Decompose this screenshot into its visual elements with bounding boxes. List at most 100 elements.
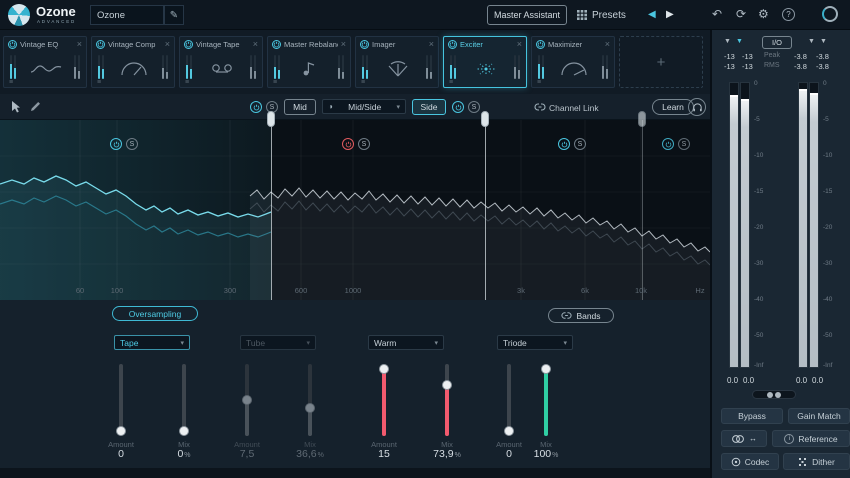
crossover-divider-3[interactable] xyxy=(642,120,643,300)
preset-forward-icon[interactable]: ▶ xyxy=(666,9,674,20)
crossover-handle-2[interactable] xyxy=(481,111,489,127)
module-menu-icon[interactable]: ≡ xyxy=(97,79,101,86)
dither-button[interactable]: Dither xyxy=(783,453,850,470)
stereo-circles-icon xyxy=(731,434,745,444)
master-assistant-button[interactable]: Master Assistant xyxy=(487,5,567,25)
help-icon[interactable]: ? xyxy=(782,8,795,21)
module-card-vintage-eq[interactable]: Vintage EQ× ≡ xyxy=(3,36,87,88)
module-power-icon[interactable] xyxy=(272,40,281,49)
gain-match-button[interactable]: Gain Match xyxy=(788,408,850,424)
band2-solo-button[interactable]: S xyxy=(358,138,370,150)
add-module-slot[interactable]: + xyxy=(619,36,703,88)
pen-tool-icon[interactable] xyxy=(29,100,42,113)
band1-mode-dropdown[interactable]: Tape ▾ xyxy=(114,335,190,350)
module-label: Exciter xyxy=(460,40,514,49)
meter-option-icon[interactable]: ▼ xyxy=(820,38,827,45)
module-menu-icon[interactable]: ≡ xyxy=(449,79,453,86)
bands-label: Bands xyxy=(576,311,600,321)
band2-mix-handle[interactable] xyxy=(305,403,315,413)
band4-mix-handle[interactable] xyxy=(541,364,551,374)
band3-amount-handle[interactable] xyxy=(379,364,389,374)
preset-name-field[interactable]: Ozone xyxy=(90,5,164,25)
module-power-icon[interactable] xyxy=(184,40,193,49)
module-close-icon[interactable]: × xyxy=(517,40,522,49)
band1-solo-button[interactable]: S xyxy=(126,138,138,150)
module-card-vintage-tape[interactable]: Vintage Tape× ≡ xyxy=(179,36,263,88)
oversampling-button[interactable]: Oversampling xyxy=(112,306,198,321)
band1-mix-handle[interactable] xyxy=(179,426,189,436)
band4-solo-button[interactable]: S xyxy=(678,138,690,150)
crossover-handle-3[interactable] xyxy=(638,111,646,127)
bypass-button[interactable]: Bypass xyxy=(721,408,783,424)
exciter-icon xyxy=(470,59,502,79)
side-solo-button[interactable]: S xyxy=(468,101,480,113)
crossover-handle-1[interactable] xyxy=(267,111,275,127)
module-power-icon[interactable] xyxy=(536,40,545,49)
presets-button[interactable]: Presets xyxy=(577,5,626,25)
band2-amount-handle[interactable] xyxy=(242,395,252,405)
module-card-vintage-comp[interactable]: Vintage Comp× ≡ xyxy=(91,36,175,88)
meter-option-icon[interactable]: ▼ xyxy=(724,38,731,45)
gain-slider-handle[interactable] xyxy=(767,392,773,398)
crossover-divider-2[interactable] xyxy=(485,120,486,300)
spectrum-display[interactable]: S S S S 60 100 300 600 1000 3k 6k 10k Hz xyxy=(0,120,710,300)
module-card-imager[interactable]: Imager× ≡ xyxy=(355,36,439,88)
module-control-bar: S Mid ◑ Mid/Side ▾ Side S Channel Link L… xyxy=(0,94,710,120)
meter-option-icon[interactable]: ▼ xyxy=(736,38,743,45)
module-menu-icon[interactable]: ≡ xyxy=(537,79,541,86)
module-close-icon[interactable]: × xyxy=(605,40,610,49)
band1-power-icon[interactable] xyxy=(110,138,122,150)
meter-option-icon[interactable]: ▼ xyxy=(808,38,815,45)
band3-solo-button[interactable]: S xyxy=(574,138,586,150)
band4-mode-dropdown[interactable]: Triode ▾ xyxy=(497,335,573,350)
module-label: Imager xyxy=(372,40,426,49)
module-menu-icon[interactable]: ≡ xyxy=(9,79,13,86)
codec-button[interactable]: Codec xyxy=(721,453,779,470)
mid-button[interactable]: Mid xyxy=(284,99,316,115)
stereo-gain-slider[interactable] xyxy=(752,390,796,399)
band2-mode-dropdown[interactable]: Tube ▾ xyxy=(240,335,316,350)
bands-button[interactable]: Bands xyxy=(548,308,614,323)
band2-power-icon[interactable] xyxy=(342,138,354,150)
module-card-maximizer[interactable]: Maximizer× ≡ xyxy=(531,36,615,88)
module-menu-icon[interactable]: ≡ xyxy=(185,79,189,86)
module-close-icon[interactable]: × xyxy=(429,40,434,49)
module-card-exciter[interactable]: Exciter× ≡ xyxy=(443,36,527,88)
stereo-tools-button[interactable]: ↔ xyxy=(721,430,767,447)
module-close-icon[interactable]: × xyxy=(77,40,82,49)
band4-amount-handle[interactable] xyxy=(504,426,514,436)
preset-edit-button[interactable]: ✎ xyxy=(164,5,184,25)
preset-back-icon[interactable]: ◀ xyxy=(648,9,656,20)
band3-mix-handle[interactable] xyxy=(442,380,452,390)
mid-power-icon[interactable] xyxy=(250,101,262,113)
imager-icon xyxy=(382,59,414,79)
side-power-icon[interactable] xyxy=(452,101,464,113)
band4-power-icon[interactable] xyxy=(662,138,674,150)
history-icon[interactable]: ⟳ xyxy=(736,7,746,21)
module-card-master-rebalance[interactable]: Master Rebalance× ≡ xyxy=(267,36,351,88)
band3-power-icon[interactable] xyxy=(558,138,570,150)
reference-button[interactable]: i Reference xyxy=(772,430,850,447)
module-power-icon[interactable] xyxy=(96,40,105,49)
channel-link-icon[interactable] xyxy=(534,101,546,113)
module-close-icon[interactable]: × xyxy=(341,40,346,49)
module-power-icon[interactable] xyxy=(448,40,457,49)
settings-gear-icon[interactable]: ⚙ xyxy=(758,7,769,21)
band1-amount-handle[interactable] xyxy=(116,426,126,436)
undo-icon[interactable]: ↶ xyxy=(712,7,722,21)
module-close-icon[interactable]: × xyxy=(165,40,170,49)
io-mode-button[interactable]: I/O xyxy=(762,36,792,49)
band3-mode-dropdown[interactable]: Warm ▾ xyxy=(368,335,444,350)
module-power-icon[interactable] xyxy=(8,40,17,49)
gain-slider-handle[interactable] xyxy=(775,392,781,398)
module-menu-icon[interactable]: ≡ xyxy=(361,79,365,86)
module-close-icon[interactable]: × xyxy=(253,40,258,49)
channel-mode-dropdown[interactable]: ◑ Mid/Side ▾ xyxy=(322,99,406,114)
headphone-icon[interactable] xyxy=(688,98,706,116)
side-button[interactable]: Side xyxy=(412,99,446,115)
module-power-icon[interactable] xyxy=(360,40,369,49)
maximizer-icon xyxy=(558,59,590,79)
pointer-tool-icon[interactable] xyxy=(9,100,22,113)
module-menu-icon[interactable]: ≡ xyxy=(273,79,277,86)
crossover-divider-1[interactable] xyxy=(271,120,272,300)
